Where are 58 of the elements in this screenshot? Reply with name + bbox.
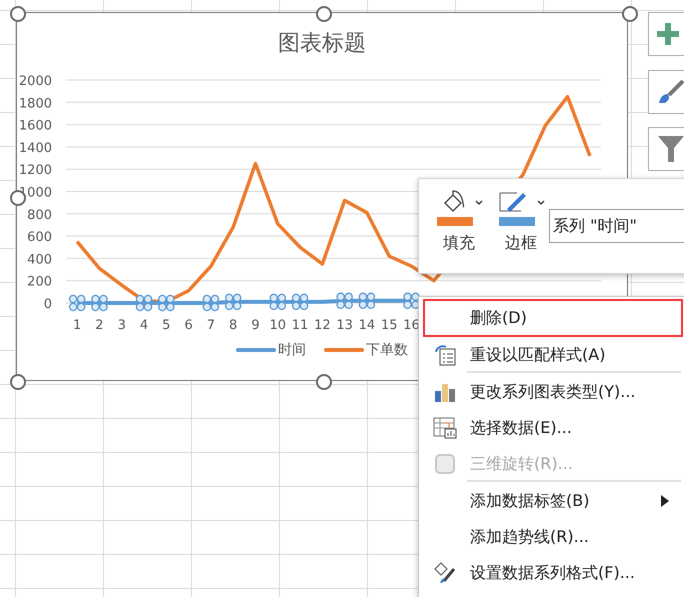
legend-label: 下单数 bbox=[366, 341, 408, 359]
y-tick-label: 1400 bbox=[18, 140, 52, 156]
series-dropdown[interactable]: 系列 "时间" bbox=[549, 209, 684, 243]
x-tick-label: 3 bbox=[118, 318, 126, 333]
menu-item[interactable]: 删除(D) bbox=[423, 299, 683, 337]
menu-item[interactable]: 设置数据系列格式(F)... bbox=[423, 555, 683, 591]
menu-item[interactable]: 选择数据(E)... bbox=[423, 410, 683, 446]
menu-item[interactable]: 添加数据标签(B) bbox=[423, 483, 683, 519]
y-tick-label: 0 bbox=[44, 297, 52, 312]
x-tick-label: 15 bbox=[380, 318, 398, 333]
y-tick-label: 1800 bbox=[18, 96, 52, 112]
menu-item[interactable]: 添加趋势线(R)... bbox=[423, 519, 683, 555]
y-tick-label: 600 bbox=[27, 230, 52, 246]
x-tick-label: 7 bbox=[206, 318, 216, 333]
y-tick-label: 1200 bbox=[18, 163, 52, 178]
paintbrush-icon bbox=[657, 79, 684, 105]
y-tick-label: 1600 bbox=[18, 118, 52, 134]
chart-styles-button[interactable] bbox=[648, 70, 684, 114]
plus-icon bbox=[657, 23, 679, 45]
cube-icon bbox=[434, 453, 456, 475]
bar-chart-icon bbox=[434, 382, 456, 402]
x-tick-label: 6 bbox=[184, 318, 193, 333]
x-tick-label: 1 bbox=[73, 318, 82, 333]
legend-line-icon bbox=[324, 347, 364, 353]
legend-line-icon bbox=[236, 347, 276, 353]
table-chart-icon bbox=[433, 417, 457, 439]
resize-handle[interactable] bbox=[316, 6, 332, 22]
x-tick-label: 12 bbox=[314, 318, 331, 333]
chart-filters-button[interactable] bbox=[648, 127, 684, 171]
resize-handle[interactable] bbox=[10, 374, 26, 390]
chart-elements-button[interactable] bbox=[648, 12, 684, 56]
list-reset-icon bbox=[434, 344, 456, 366]
series-line[interactable] bbox=[77, 298, 412, 305]
chart-title: 图表标题 bbox=[278, 30, 366, 58]
y-tick-label: 2000 bbox=[18, 74, 52, 89]
y-tick-label: 400 bbox=[27, 252, 52, 268]
x-tick-label: 10 bbox=[270, 318, 286, 333]
y-tick-label: 800 bbox=[27, 208, 52, 223]
x-tick-label: 13 bbox=[336, 318, 353, 333]
resize-handle[interactable] bbox=[622, 6, 638, 22]
resize-handle[interactable] bbox=[10, 6, 26, 22]
x-tick-label: 14 bbox=[358, 318, 376, 333]
submenu-arrow-icon bbox=[661, 495, 669, 507]
x-tick-label: 8 bbox=[229, 318, 238, 333]
x-tick-label: 9 bbox=[251, 318, 260, 333]
fill-bucket-icon bbox=[435, 189, 483, 227]
x-tick-label: 2 bbox=[95, 318, 104, 333]
selection-handles[interactable] bbox=[68, 292, 420, 312]
format-button[interactable]: 边框 bbox=[497, 189, 545, 254]
x-tick-label: 4 bbox=[140, 318, 148, 333]
y-tick-label: 200 bbox=[27, 274, 52, 290]
format-button[interactable]: 填充 bbox=[435, 189, 483, 254]
x-tick-label: 5 bbox=[162, 318, 170, 333]
filter-icon bbox=[657, 134, 684, 164]
legend-label: 时间 bbox=[278, 341, 306, 359]
paint-bucket-brush-icon bbox=[432, 561, 458, 585]
x-tick-label: 11 bbox=[292, 318, 308, 333]
resize-handle[interactable] bbox=[316, 374, 332, 390]
